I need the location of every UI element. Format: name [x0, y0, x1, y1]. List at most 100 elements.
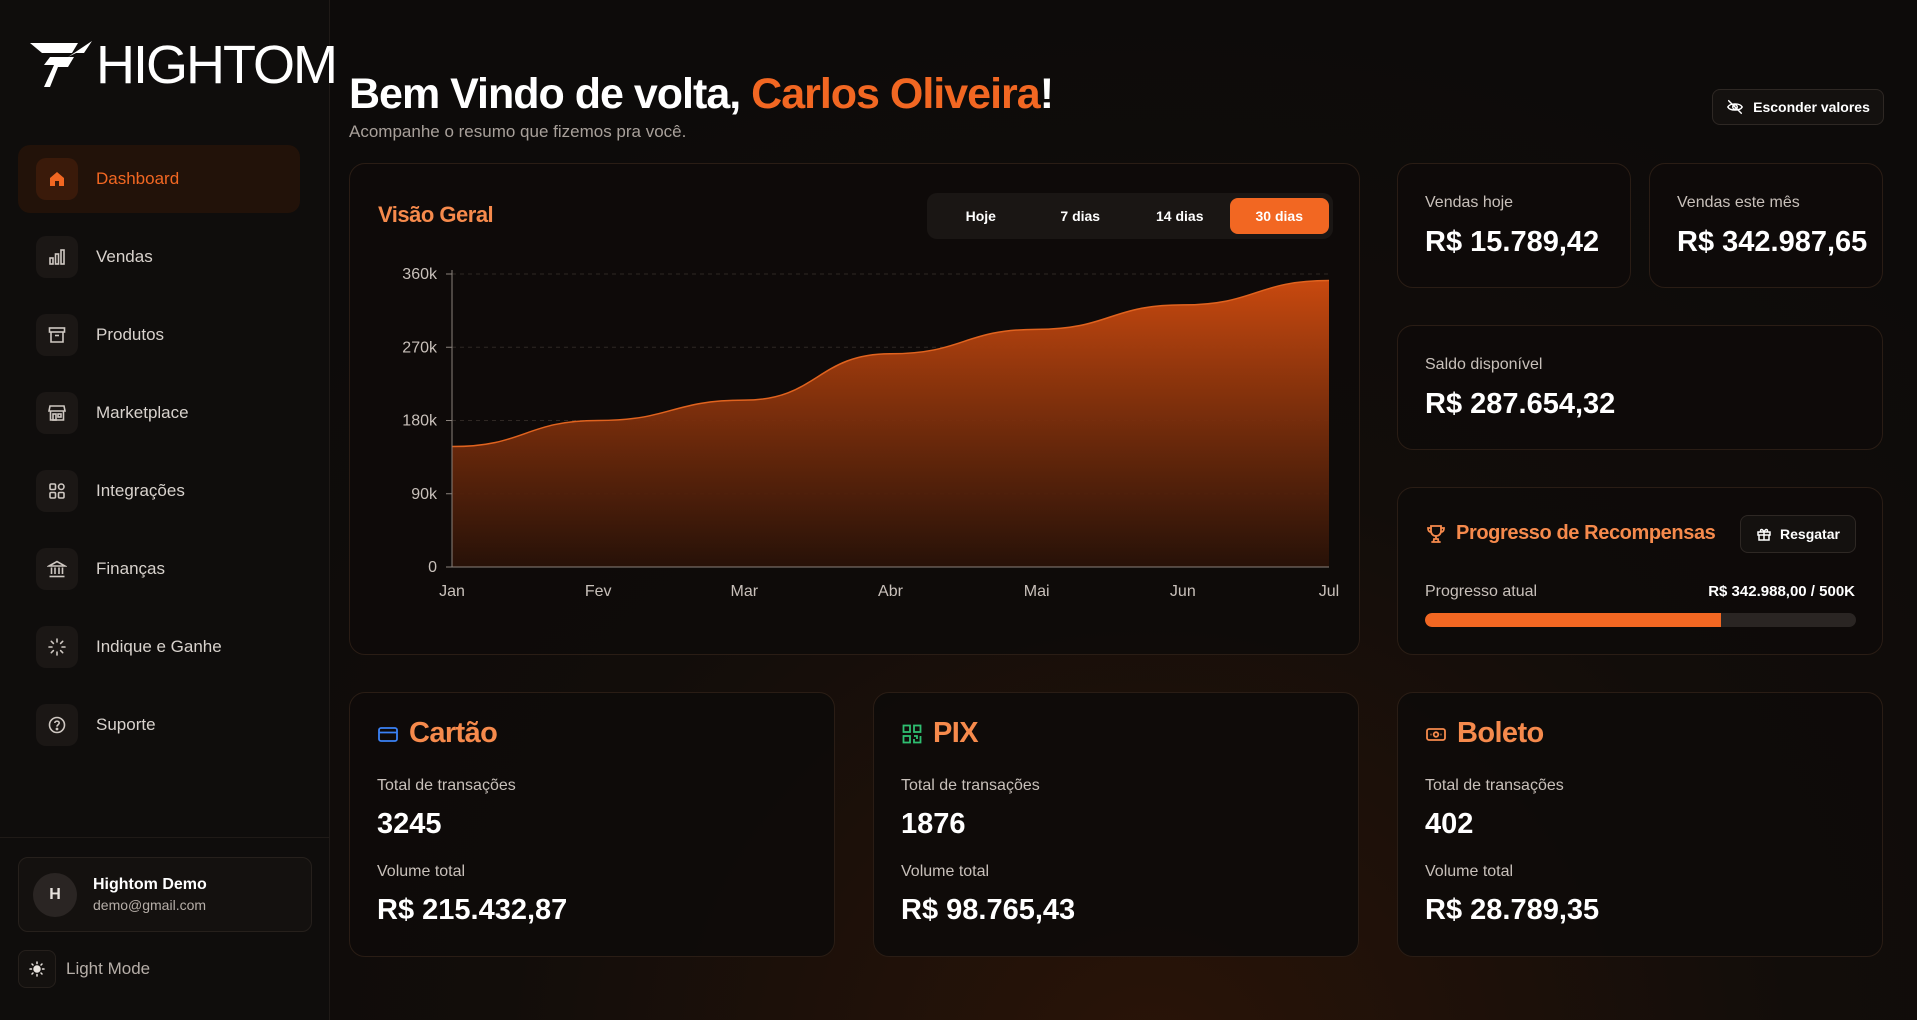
rewards-title: Progresso de Recompensas [1425, 522, 1716, 545]
y-tick-label: 90k [411, 486, 438, 503]
bar-chart-icon [36, 236, 78, 278]
overview-card: Visão Geral Hoje 7 dias 14 dias 30 dias … [349, 163, 1360, 655]
range-selector: Hoje 7 dias 14 dias 30 dias [927, 193, 1333, 239]
pix-volume-label: Volume total [901, 863, 990, 880]
help-icon [36, 704, 78, 746]
sales-month-label: Vendas este mês [1677, 194, 1800, 211]
archive-icon [36, 314, 78, 356]
sidebar-item-suporte[interactable]: Suporte [18, 691, 300, 759]
boleto-volume-value: R$ 28.789,35 [1425, 894, 1600, 926]
gift-icon [1757, 528, 1771, 541]
x-tick-label: Jun [1170, 583, 1196, 600]
cartao-tx-value: 3245 [377, 808, 442, 840]
sidebar-item-label: Vendas [96, 247, 153, 266]
sidebar-item-integracoes[interactable]: Integrações [18, 457, 300, 525]
x-tick-label: Jul [1319, 583, 1339, 600]
greeting-text: Bem Vindo de volta, [349, 70, 752, 118]
sidebar-divider [0, 837, 330, 838]
cartao-tx-label: Total de transações [377, 777, 516, 794]
sales-month-value: R$ 342.987,65 [1677, 226, 1868, 258]
credit-card-icon [378, 726, 398, 742]
balance-value: R$ 287.654,32 [1425, 388, 1616, 420]
sidebar-item-label: Integrações [96, 481, 185, 500]
user-info: Hightom Demo demo@gmail.com [93, 876, 207, 913]
bank-icon [36, 548, 78, 590]
y-tick-label: 270k [402, 339, 438, 356]
light-mode-label: Light Mode [66, 959, 151, 978]
trophy-icon [1427, 524, 1445, 543]
sales-today-label: Vendas hoje [1425, 194, 1514, 211]
page-title: Bem Vindo de volta, Carlos Oliveira! [349, 70, 1054, 119]
sun-icon [18, 950, 56, 988]
series-area [452, 280, 1329, 567]
y-tick-label: 180k [402, 413, 438, 430]
boleto-volume-label: Volume total [1425, 863, 1514, 880]
greeting-exclamation: ! [1039, 70, 1054, 118]
sales-today-card: Vendas hoje R$ 15.789,42 [1397, 163, 1631, 288]
qr-code-icon [902, 724, 922, 743]
pix-title: PIX [933, 717, 979, 749]
x-tick-label: Mai [1024, 583, 1050, 600]
cartao-volume-label: Volume total [377, 863, 466, 880]
progress-value: R$ 342.988,00 / 500K [1708, 583, 1855, 600]
sidebar-item-vendas[interactable]: Vendas [18, 223, 300, 291]
sidebar-item-marketplace[interactable]: Marketplace [18, 379, 300, 447]
x-tick-label: Jan [439, 583, 465, 600]
boleto-header: Boleto [1425, 717, 1544, 750]
pix-header: PIX [901, 717, 979, 750]
grid-icon [36, 470, 78, 512]
range-today-button[interactable]: Hoje [931, 198, 1031, 234]
x-tick-label: Abr [878, 583, 904, 600]
redeem-button[interactable]: Resgatar [1740, 515, 1856, 553]
cartao-header: Cartão [377, 717, 498, 750]
boleto-title: Boleto [1457, 717, 1544, 749]
pix-volume-value: R$ 98.765,43 [901, 894, 1076, 926]
sidebar: HIGHTOM Dashboard Vendas Produtos Market… [0, 0, 338, 1020]
sidebar-item-indique-e-ganhe[interactable]: Indique e Ganhe [18, 613, 300, 681]
range-7-days-button[interactable]: 7 dias [1031, 198, 1131, 234]
light-mode-toggle[interactable]: Light Mode [18, 950, 150, 988]
cartao-title: Cartão [409, 717, 498, 749]
hide-values-label: Esconder valores [1753, 99, 1870, 115]
brand-name: HIGHTOM [96, 35, 338, 95]
sidebar-item-label: Suporte [96, 715, 156, 734]
sidebar-nav: Dashboard Vendas Produtos Marketplace In… [18, 145, 300, 769]
sidebar-item-label: Finanças [96, 559, 165, 578]
user-name: Hightom Demo [93, 876, 207, 893]
x-tick-label: Fev [585, 583, 612, 600]
payment-card-pix: PIX Total de transações 1876 Volume tota… [873, 692, 1359, 957]
avatar: H [33, 872, 77, 917]
rewards-progress-fill [1425, 613, 1721, 627]
boleto-tx-value: 402 [1425, 808, 1474, 840]
progress-label: Progresso atual [1425, 583, 1538, 600]
range-14-days-button[interactable]: 14 dias [1130, 198, 1230, 234]
range-30-days-button[interactable]: 30 dias [1229, 198, 1329, 234]
logo-icon [30, 41, 92, 87]
sales-area-chart: 0 90k 180k 270k 360k Jan Fev Mar Abr Mai Jun Jul [402, 266, 1339, 600]
sidebar-item-label: Produtos [96, 325, 165, 344]
sales-today-value: R$ 15.789,42 [1425, 226, 1600, 258]
sidebar-item-financas[interactable]: Finanças [18, 535, 300, 603]
sidebar-item-label: Marketplace [96, 403, 189, 422]
sidebar-item-label: Dashboard [96, 169, 180, 188]
home-icon [36, 158, 78, 200]
balance-label: Saldo disponível [1425, 356, 1543, 373]
payment-card-boleto: Boleto Total de transações 402 Volume to… [1397, 692, 1883, 957]
sidebar-item-produtos[interactable]: Produtos [18, 301, 300, 369]
sidebar-item-label: Indique e Ganhe [96, 637, 222, 656]
user-card[interactable]: H Hightom Demo demo@gmail.com [18, 857, 312, 932]
rewards-progress-bar [1425, 613, 1856, 627]
sidebar-item-dashboard[interactable]: Dashboard [18, 145, 300, 213]
pix-tx-label: Total de transações [901, 777, 1040, 794]
y-tick-label: 0 [428, 559, 437, 576]
rewards-title-text: Progresso de Recompensas [1456, 522, 1716, 544]
hide-values-button[interactable]: Esconder valores [1712, 89, 1884, 125]
y-tick-label: 360k [402, 266, 438, 283]
store-icon [36, 392, 78, 434]
user-email: demo@gmail.com [93, 897, 207, 913]
eye-off-icon [1727, 99, 1744, 115]
balance-card: Saldo disponível R$ 287.654,32 [1397, 325, 1883, 450]
boleto-tx-label: Total de transações [1425, 777, 1564, 794]
sales-month-card: Vendas este mês R$ 342.987,65 [1649, 163, 1883, 288]
brand-logo[interactable]: HIGHTOM [28, 35, 338, 95]
